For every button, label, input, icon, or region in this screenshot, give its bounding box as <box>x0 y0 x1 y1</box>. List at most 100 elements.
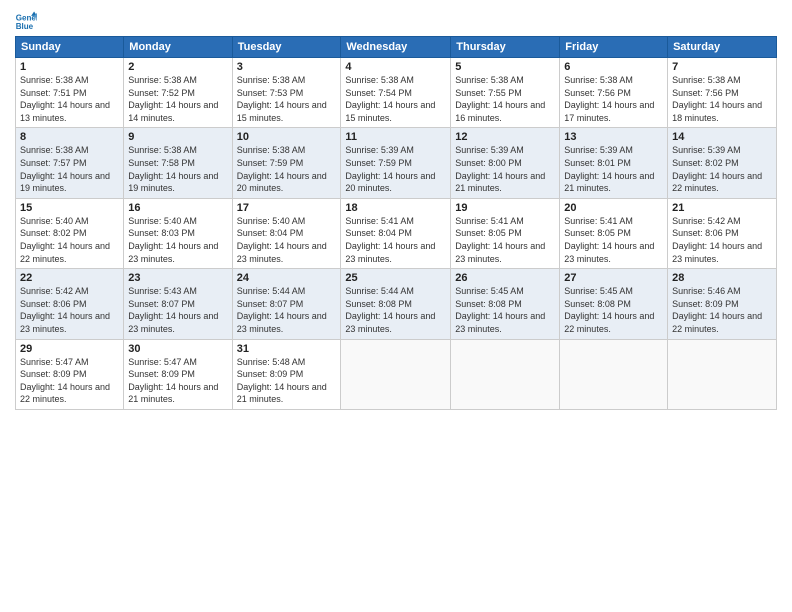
day-info: Sunrise: 5:38 AMSunset: 7:57 PMDaylight:… <box>20 144 119 194</box>
calendar-cell: 7 Sunrise: 5:38 AMSunset: 7:56 PMDayligh… <box>668 58 777 128</box>
day-number: 19 <box>455 202 555 214</box>
calendar-cell: 2 Sunrise: 5:38 AMSunset: 7:52 PMDayligh… <box>124 58 232 128</box>
day-info: Sunrise: 5:44 AMSunset: 8:08 PMDaylight:… <box>345 285 446 335</box>
calendar-cell <box>668 339 777 409</box>
calendar-cell: 23 Sunrise: 5:43 AMSunset: 8:07 PMDaylig… <box>124 269 232 339</box>
calendar-cell: 19 Sunrise: 5:41 AMSunset: 8:05 PMDaylig… <box>451 198 560 268</box>
calendar-cell: 20 Sunrise: 5:41 AMSunset: 8:05 PMDaylig… <box>560 198 668 268</box>
day-info: Sunrise: 5:48 AMSunset: 8:09 PMDaylight:… <box>237 356 337 406</box>
day-info: Sunrise: 5:46 AMSunset: 8:09 PMDaylight:… <box>672 285 772 335</box>
day-number: 18 <box>345 202 446 214</box>
calendar-table: SundayMondayTuesdayWednesdayThursdayFrid… <box>15 36 777 410</box>
calendar-cell <box>560 339 668 409</box>
day-number: 3 <box>237 61 337 73</box>
day-number: 10 <box>237 131 337 143</box>
day-number: 27 <box>564 272 663 284</box>
day-number: 15 <box>20 202 119 214</box>
calendar-cell: 15 Sunrise: 5:40 AMSunset: 8:02 PMDaylig… <box>16 198 124 268</box>
day-info: Sunrise: 5:40 AMSunset: 8:03 PMDaylight:… <box>128 215 227 265</box>
calendar-cell: 29 Sunrise: 5:47 AMSunset: 8:09 PMDaylig… <box>16 339 124 409</box>
day-number: 2 <box>128 61 227 73</box>
day-info: Sunrise: 5:39 AMSunset: 7:59 PMDaylight:… <box>345 144 446 194</box>
calendar-cell: 13 Sunrise: 5:39 AMSunset: 8:01 PMDaylig… <box>560 128 668 198</box>
calendar-cell: 22 Sunrise: 5:42 AMSunset: 8:06 PMDaylig… <box>16 269 124 339</box>
day-info: Sunrise: 5:42 AMSunset: 8:06 PMDaylight:… <box>672 215 772 265</box>
calendar-cell: 16 Sunrise: 5:40 AMSunset: 8:03 PMDaylig… <box>124 198 232 268</box>
week-row-5: 29 Sunrise: 5:47 AMSunset: 8:09 PMDaylig… <box>16 339 777 409</box>
day-info: Sunrise: 5:38 AMSunset: 7:55 PMDaylight:… <box>455 74 555 124</box>
day-info: Sunrise: 5:38 AMSunset: 7:56 PMDaylight:… <box>672 74 772 124</box>
day-info: Sunrise: 5:39 AMSunset: 8:02 PMDaylight:… <box>672 144 772 194</box>
day-number: 29 <box>20 343 119 355</box>
day-number: 22 <box>20 272 119 284</box>
week-row-2: 8 Sunrise: 5:38 AMSunset: 7:57 PMDayligh… <box>16 128 777 198</box>
day-number: 21 <box>672 202 772 214</box>
calendar-cell: 6 Sunrise: 5:38 AMSunset: 7:56 PMDayligh… <box>560 58 668 128</box>
header-wednesday: Wednesday <box>341 37 451 58</box>
day-number: 31 <box>237 343 337 355</box>
calendar-cell: 12 Sunrise: 5:39 AMSunset: 8:00 PMDaylig… <box>451 128 560 198</box>
calendar-cell <box>451 339 560 409</box>
calendar-cell: 18 Sunrise: 5:41 AMSunset: 8:04 PMDaylig… <box>341 198 451 268</box>
day-info: Sunrise: 5:38 AMSunset: 7:58 PMDaylight:… <box>128 144 227 194</box>
header-sunday: Sunday <box>16 37 124 58</box>
day-info: Sunrise: 5:44 AMSunset: 8:07 PMDaylight:… <box>237 285 337 335</box>
header-friday: Friday <box>560 37 668 58</box>
day-number: 23 <box>128 272 227 284</box>
day-info: Sunrise: 5:41 AMSunset: 8:05 PMDaylight:… <box>564 215 663 265</box>
calendar-cell: 28 Sunrise: 5:46 AMSunset: 8:09 PMDaylig… <box>668 269 777 339</box>
calendar-cell: 30 Sunrise: 5:47 AMSunset: 8:09 PMDaylig… <box>124 339 232 409</box>
logo: General Blue <box>15 10 37 32</box>
calendar-cell: 4 Sunrise: 5:38 AMSunset: 7:54 PMDayligh… <box>341 58 451 128</box>
day-number: 1 <box>20 61 119 73</box>
day-info: Sunrise: 5:38 AMSunset: 7:52 PMDaylight:… <box>128 74 227 124</box>
day-info: Sunrise: 5:39 AMSunset: 8:01 PMDaylight:… <box>564 144 663 194</box>
day-number: 9 <box>128 131 227 143</box>
day-number: 30 <box>128 343 227 355</box>
header: General Blue <box>15 10 777 32</box>
header-saturday: Saturday <box>668 37 777 58</box>
day-info: Sunrise: 5:38 AMSunset: 7:51 PMDaylight:… <box>20 74 119 124</box>
day-number: 13 <box>564 131 663 143</box>
day-number: 12 <box>455 131 555 143</box>
calendar-cell: 25 Sunrise: 5:44 AMSunset: 8:08 PMDaylig… <box>341 269 451 339</box>
calendar-cell: 31 Sunrise: 5:48 AMSunset: 8:09 PMDaylig… <box>232 339 341 409</box>
day-number: 16 <box>128 202 227 214</box>
day-info: Sunrise: 5:39 AMSunset: 8:00 PMDaylight:… <box>455 144 555 194</box>
page: General Blue SundayMondayTuesdayWednesda… <box>0 0 792 420</box>
calendar-header-row: SundayMondayTuesdayWednesdayThursdayFrid… <box>16 37 777 58</box>
header-thursday: Thursday <box>451 37 560 58</box>
day-number: 25 <box>345 272 446 284</box>
day-info: Sunrise: 5:47 AMSunset: 8:09 PMDaylight:… <box>128 356 227 406</box>
day-number: 28 <box>672 272 772 284</box>
week-row-3: 15 Sunrise: 5:40 AMSunset: 8:02 PMDaylig… <box>16 198 777 268</box>
calendar-cell: 26 Sunrise: 5:45 AMSunset: 8:08 PMDaylig… <box>451 269 560 339</box>
day-number: 24 <box>237 272 337 284</box>
calendar-cell: 5 Sunrise: 5:38 AMSunset: 7:55 PMDayligh… <box>451 58 560 128</box>
calendar-cell: 9 Sunrise: 5:38 AMSunset: 7:58 PMDayligh… <box>124 128 232 198</box>
calendar-cell: 17 Sunrise: 5:40 AMSunset: 8:04 PMDaylig… <box>232 198 341 268</box>
day-number: 17 <box>237 202 337 214</box>
day-info: Sunrise: 5:40 AMSunset: 8:04 PMDaylight:… <box>237 215 337 265</box>
calendar-cell: 14 Sunrise: 5:39 AMSunset: 8:02 PMDaylig… <box>668 128 777 198</box>
day-info: Sunrise: 5:38 AMSunset: 7:56 PMDaylight:… <box>564 74 663 124</box>
calendar-cell <box>341 339 451 409</box>
week-row-4: 22 Sunrise: 5:42 AMSunset: 8:06 PMDaylig… <box>16 269 777 339</box>
day-number: 14 <box>672 131 772 143</box>
logo-icon: General Blue <box>15 10 37 32</box>
header-tuesday: Tuesday <box>232 37 341 58</box>
day-number: 4 <box>345 61 446 73</box>
day-number: 7 <box>672 61 772 73</box>
day-info: Sunrise: 5:43 AMSunset: 8:07 PMDaylight:… <box>128 285 227 335</box>
week-row-1: 1 Sunrise: 5:38 AMSunset: 7:51 PMDayligh… <box>16 58 777 128</box>
day-info: Sunrise: 5:38 AMSunset: 7:59 PMDaylight:… <box>237 144 337 194</box>
day-info: Sunrise: 5:47 AMSunset: 8:09 PMDaylight:… <box>20 356 119 406</box>
day-number: 11 <box>345 131 446 143</box>
day-number: 8 <box>20 131 119 143</box>
day-info: Sunrise: 5:41 AMSunset: 8:04 PMDaylight:… <box>345 215 446 265</box>
day-number: 6 <box>564 61 663 73</box>
calendar-cell: 27 Sunrise: 5:45 AMSunset: 8:08 PMDaylig… <box>560 269 668 339</box>
calendar-cell: 11 Sunrise: 5:39 AMSunset: 7:59 PMDaylig… <box>341 128 451 198</box>
calendar-cell: 1 Sunrise: 5:38 AMSunset: 7:51 PMDayligh… <box>16 58 124 128</box>
day-info: Sunrise: 5:45 AMSunset: 8:08 PMDaylight:… <box>455 285 555 335</box>
